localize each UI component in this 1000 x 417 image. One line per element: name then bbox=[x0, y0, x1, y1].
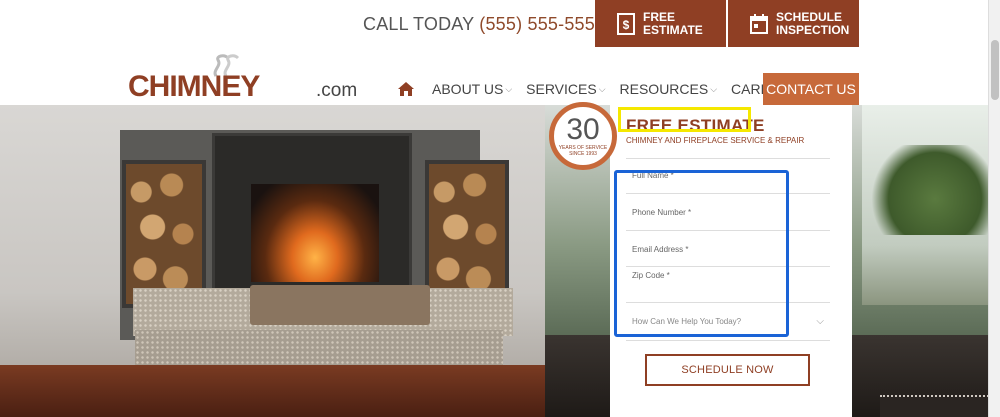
years-badge: 30 YEARS OF SERVICE SINCE 1993 bbox=[549, 102, 617, 170]
free-estimate-button[interactable]: $ FREE ESTIMATE bbox=[595, 0, 726, 47]
phone-link[interactable]: (555) 555-5555 bbox=[479, 14, 605, 34]
site-logo[interactable]: CHIMNEY .com bbox=[128, 52, 378, 103]
dollar-document-icon: $ bbox=[617, 12, 635, 35]
nav-contact-us[interactable]: CONTACT US bbox=[763, 73, 859, 105]
scrollbar[interactable] bbox=[988, 0, 1000, 417]
chevron-down-icon: ⌵ bbox=[710, 83, 718, 94]
nav-about-us[interactable]: ABOUT US ⌵ bbox=[432, 81, 512, 97]
nav-resources[interactable]: RESOURCES ⌵ bbox=[620, 81, 718, 97]
nav-label: ABOUT US bbox=[432, 81, 504, 97]
rug bbox=[880, 395, 1000, 417]
logo-text: CHIMNEY bbox=[128, 70, 260, 103]
nav-label: SERVICES bbox=[526, 81, 597, 97]
firewood-niche-left bbox=[122, 160, 206, 308]
scrollbar-thumb[interactable] bbox=[991, 40, 999, 100]
wood-beam bbox=[250, 285, 430, 325]
badge-text: YEARS OF SERVICE SINCE 1993 bbox=[558, 145, 608, 157]
calendar-icon bbox=[750, 13, 768, 35]
chevron-down-icon: ⌵ bbox=[816, 315, 824, 327]
highlight-box-blue bbox=[614, 170, 789, 337]
chevron-down-icon: ⌵ bbox=[505, 83, 513, 94]
fire-glass bbox=[251, 184, 379, 282]
call-today: CALL TODAY (555) 555-5555 bbox=[363, 14, 605, 35]
firewood-niche-right bbox=[425, 160, 509, 308]
divider bbox=[626, 158, 830, 159]
svg-text:$: $ bbox=[623, 18, 630, 32]
logo-suffix: .com bbox=[316, 80, 358, 101]
highlight-box-yellow bbox=[618, 107, 751, 132]
floor bbox=[0, 365, 545, 417]
form-subtitle: CHIMNEY AND FIREPLACE SERVICE & REPAIR bbox=[626, 136, 805, 145]
tree bbox=[870, 145, 1000, 235]
schedule-inspection-button[interactable]: SCHEDULE INSPECTION bbox=[728, 0, 859, 47]
divider bbox=[626, 340, 830, 341]
nav-label: RESOURCES bbox=[619, 81, 709, 97]
free-estimate-label: FREE ESTIMATE bbox=[643, 9, 703, 37]
call-label: CALL TODAY bbox=[363, 14, 475, 34]
page: CALL TODAY (555) 555-5555 $ FREE ESTIMAT… bbox=[0, 0, 1000, 417]
schedule-now-button[interactable]: SCHEDULE NOW bbox=[645, 354, 810, 386]
badge-number: 30 bbox=[566, 113, 600, 146]
schedule-inspection-label: SCHEDULE INSPECTION bbox=[776, 9, 850, 37]
nav-services[interactable]: SERVICES ⌵ bbox=[526, 81, 605, 97]
main-nav: ABOUT US⌵ SERVICES⌵ RESOURCES⌵ CAREERS bbox=[398, 73, 813, 105]
chevron-down-icon: ⌵ bbox=[598, 83, 606, 94]
home-icon[interactable] bbox=[398, 79, 418, 99]
